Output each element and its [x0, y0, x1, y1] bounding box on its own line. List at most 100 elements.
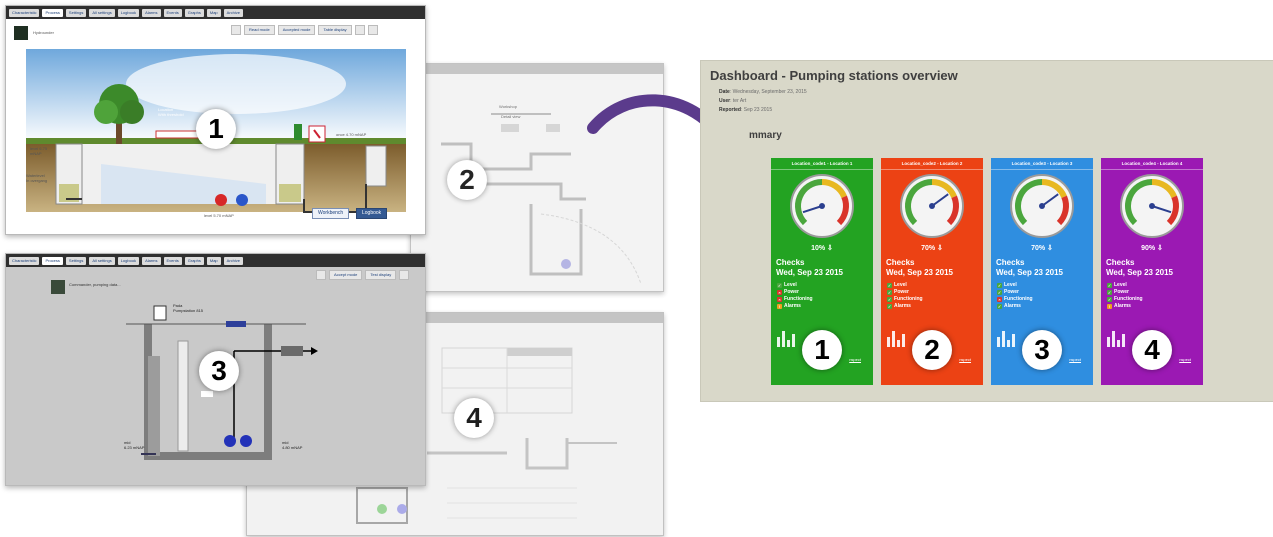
- tab[interactable]: [434, 314, 440, 322]
- check-ok-icon: ✓: [887, 304, 892, 309]
- check-label: Alarms: [784, 303, 801, 309]
- check-label: Level: [1004, 282, 1017, 288]
- tab-all-settings[interactable]: All settings: [89, 8, 115, 17]
- card-location: Location_code3 - Location 3: [991, 158, 1093, 170]
- check-item: ✓ Alarms: [887, 303, 923, 310]
- check-item: ✓ Functioning: [1107, 296, 1143, 303]
- pump-level-label: level 5.70 mNAP: [204, 213, 234, 218]
- level-gauge: [1010, 174, 1074, 238]
- meta-value: ter Art: [732, 98, 747, 104]
- left-level-label: level 6.75 mNAP: [30, 146, 48, 156]
- tab-settings[interactable]: Settings: [65, 8, 87, 17]
- tab-bar: Characteristic Process Settings All sett…: [6, 6, 425, 19]
- tab[interactable]: [432, 65, 438, 73]
- tab-events[interactable]: Events: [163, 256, 182, 265]
- inspect-link[interactable]: nspect: [959, 357, 971, 362]
- tab[interactable]: [443, 314, 449, 322]
- tab[interactable]: [441, 65, 447, 73]
- meta-label: Reported: [719, 107, 741, 113]
- tab-map[interactable]: Map: [206, 8, 221, 17]
- tab-all-settings[interactable]: All settings: [89, 256, 115, 265]
- tab-alarms[interactable]: Alarms: [142, 8, 161, 17]
- station-detail-label: Pada Pumpstation 815: [173, 303, 204, 313]
- tab-characteristic[interactable]: Characteristic: [9, 256, 40, 265]
- chart-icon: [777, 331, 795, 347]
- step-badge-1: 1: [196, 109, 236, 149]
- inspect-link[interactable]: nspect: [1069, 357, 1081, 362]
- location-label: Location With threshold: [158, 107, 184, 117]
- chart-icon: [887, 331, 905, 347]
- check-label: Level: [784, 282, 797, 288]
- tab-bar: [411, 64, 663, 74]
- check-item: ✓ Functioning: [887, 296, 923, 303]
- checks-title: Checks: [776, 258, 805, 267]
- tab-logbook[interactable]: Logbook: [117, 8, 140, 17]
- station-card[interactable]: Location_code3 - Location 3 70% ⇩ Checks…: [991, 158, 1093, 385]
- meta-date: Date: Wednesday, September 23, 2015: [719, 89, 807, 95]
- check-label: Level: [894, 282, 907, 288]
- tab-settings[interactable]: Settings: [65, 256, 87, 265]
- tab-events[interactable]: Events: [163, 8, 182, 17]
- tab-map[interactable]: Map: [206, 256, 221, 265]
- percent-value: 90%: [1141, 245, 1156, 252]
- meta-user: User: ter Art: [719, 98, 747, 104]
- station-card[interactable]: Location_code1 - Location 1 10% ⇩ Checks…: [771, 158, 873, 385]
- screenshot-pump-cellar: Characteristic Process Settings All sett…: [5, 253, 426, 486]
- gauge-hub: [1039, 203, 1045, 209]
- station-card[interactable]: Location_code4 - Location 4 90% ⇩ Checks…: [1101, 158, 1203, 385]
- level-percent: 70% ⇩: [1031, 245, 1053, 252]
- card-location: Location_code4 - Location 4: [1101, 158, 1203, 170]
- check-label: Functioning: [784, 296, 813, 302]
- check-warning-icon: !: [777, 304, 782, 309]
- check-ok-icon: ✓: [997, 290, 1002, 295]
- meta-label: Date: [719, 89, 730, 95]
- level-percent: 90% ⇩: [1141, 245, 1163, 252]
- tab-alarms[interactable]: Alarms: [142, 256, 161, 265]
- check-item: ✓ Alarms: [997, 303, 1033, 310]
- checks-date: Wed, Sep 23 2015: [1106, 268, 1173, 277]
- check-list: ✓ Level ✓ Power × Functioning ✓ Alarms: [997, 282, 1033, 310]
- check-item: × Functioning: [777, 296, 813, 303]
- level-percent: 70% ⇩: [921, 245, 943, 252]
- check-item: × Power: [777, 289, 813, 296]
- tab-characteristic[interactable]: Characteristic: [9, 8, 40, 17]
- check-item: ! Alarms: [1107, 303, 1143, 310]
- station-card[interactable]: Location_code2 - Location 2 70% ⇩ Checks…: [881, 158, 983, 385]
- check-label: Power: [1114, 289, 1130, 295]
- percent-value: 70%: [921, 245, 936, 252]
- check-list: ✓ Level × Power × Functioning! Alarms: [777, 282, 813, 310]
- check-ok-icon: ✓: [887, 290, 892, 295]
- tab[interactable]: [450, 65, 456, 73]
- percent-value: 70%: [1031, 245, 1046, 252]
- check-list: ✓ Level ✓ Power ✓ Functioning! Alarms: [1107, 282, 1143, 310]
- card-location: Location_code2 - Location 2: [881, 158, 983, 170]
- check-label: Functioning: [1114, 296, 1143, 302]
- percent-value: 10%: [811, 245, 826, 252]
- workbench-button[interactable]: Workbench: [312, 208, 350, 219]
- summary-heading: mmary: [749, 130, 782, 141]
- gauge-hub: [819, 203, 825, 209]
- tab-archive[interactable]: Archive: [223, 256, 243, 265]
- tab-graphs[interactable]: Graphs: [184, 256, 204, 265]
- check-label: Functioning: [894, 296, 923, 302]
- meta-label: User: [719, 98, 731, 104]
- step-badge: 1: [802, 330, 842, 370]
- inspect-link[interactable]: nspect: [849, 357, 861, 362]
- checks-title: Checks: [1106, 258, 1135, 267]
- gauge-hub: [929, 203, 935, 209]
- inspect-link[interactable]: nspect: [1179, 357, 1191, 362]
- logbook-button[interactable]: Logbook: [356, 208, 388, 219]
- check-ok-icon: ✓: [1107, 297, 1112, 302]
- tab-archive[interactable]: Archive: [223, 8, 243, 17]
- chart-icon: [1107, 331, 1125, 347]
- level-gauge: [900, 174, 964, 238]
- check-item: ✓ Level: [997, 282, 1033, 289]
- tab-process[interactable]: Process: [42, 8, 63, 17]
- check-item: ✓ Power: [887, 289, 923, 296]
- checks-date: Wed, Sep 23 2015: [996, 268, 1063, 277]
- tab-logbook[interactable]: Logbook: [117, 256, 140, 265]
- card-location: Location_code1 - Location 1: [771, 158, 873, 170]
- tab-process[interactable]: Process: [42, 256, 63, 265]
- dashboard-panel: Dashboard - Pumping stations overview Da…: [700, 60, 1273, 402]
- tab-graphs[interactable]: Graphs: [184, 8, 204, 17]
